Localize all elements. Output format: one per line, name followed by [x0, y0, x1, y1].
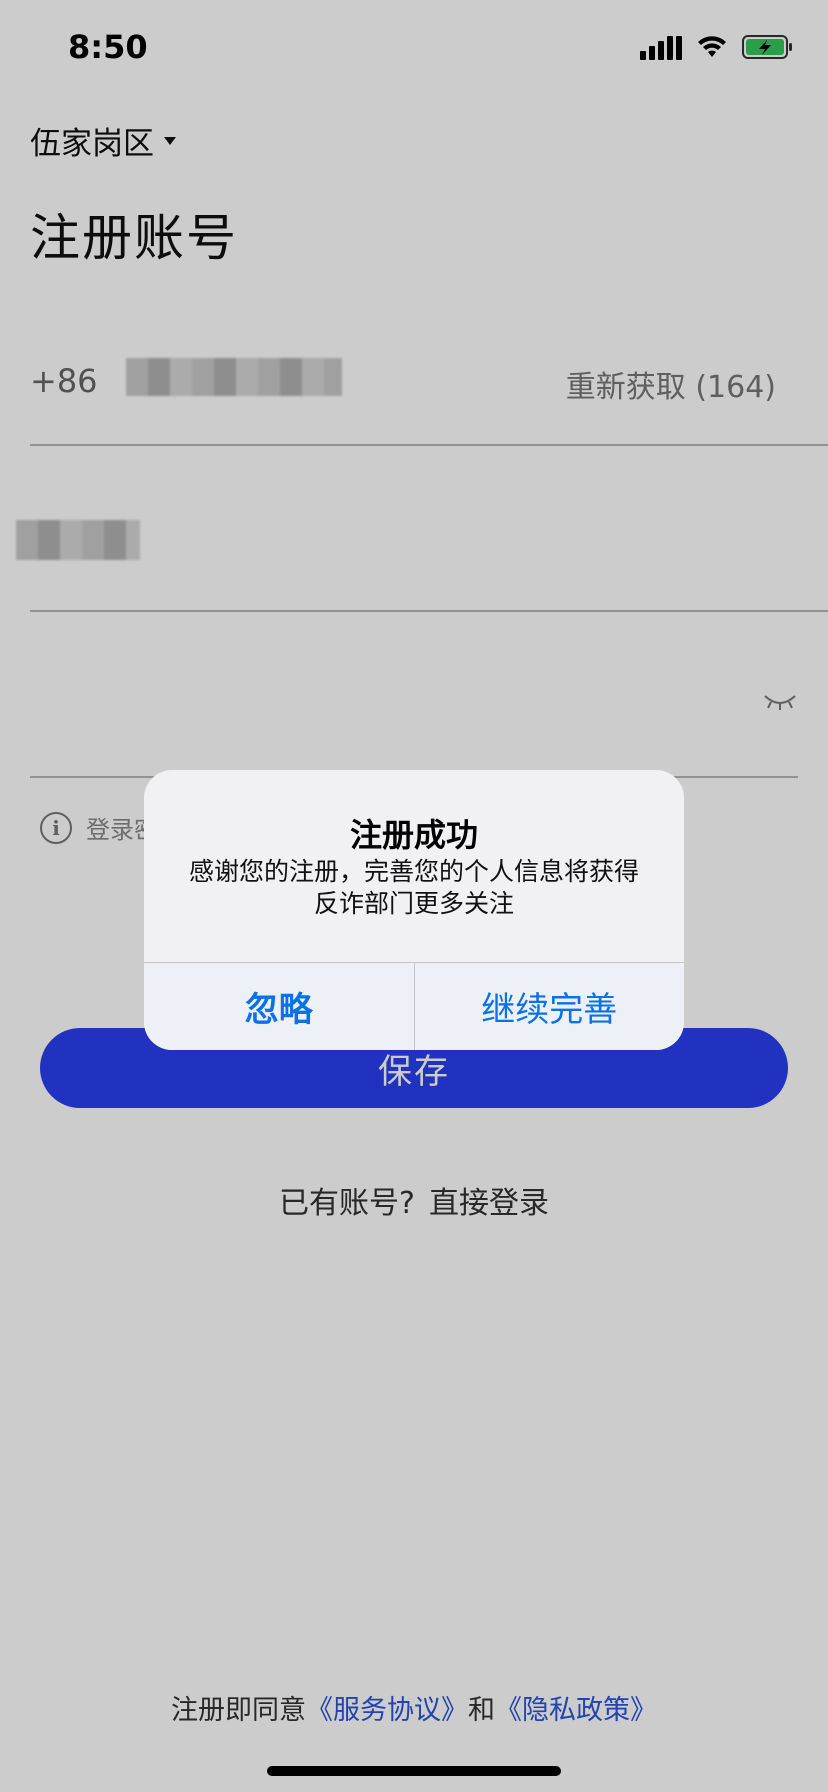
register-screen: 8:50 伍家岗区 注册账号 +86 重新获取 (164) i 登录密 保存 已… [0, 0, 828, 1792]
success-alert: 注册成功 感谢您的注册，完善您的个人信息将获得反诈部门更多关注 忽略 继续完善 [144, 770, 684, 1050]
ignore-button[interactable]: 忽略 [144, 963, 415, 1050]
alert-actions: 忽略 继续完善 [144, 962, 684, 1050]
continue-completing-button[interactable]: 继续完善 [414, 963, 684, 1050]
alert-message: 感谢您的注册，完善您的个人信息将获得反诈部门更多关注 [188, 857, 639, 918]
alert-title: 注册成功 [349, 816, 478, 854]
